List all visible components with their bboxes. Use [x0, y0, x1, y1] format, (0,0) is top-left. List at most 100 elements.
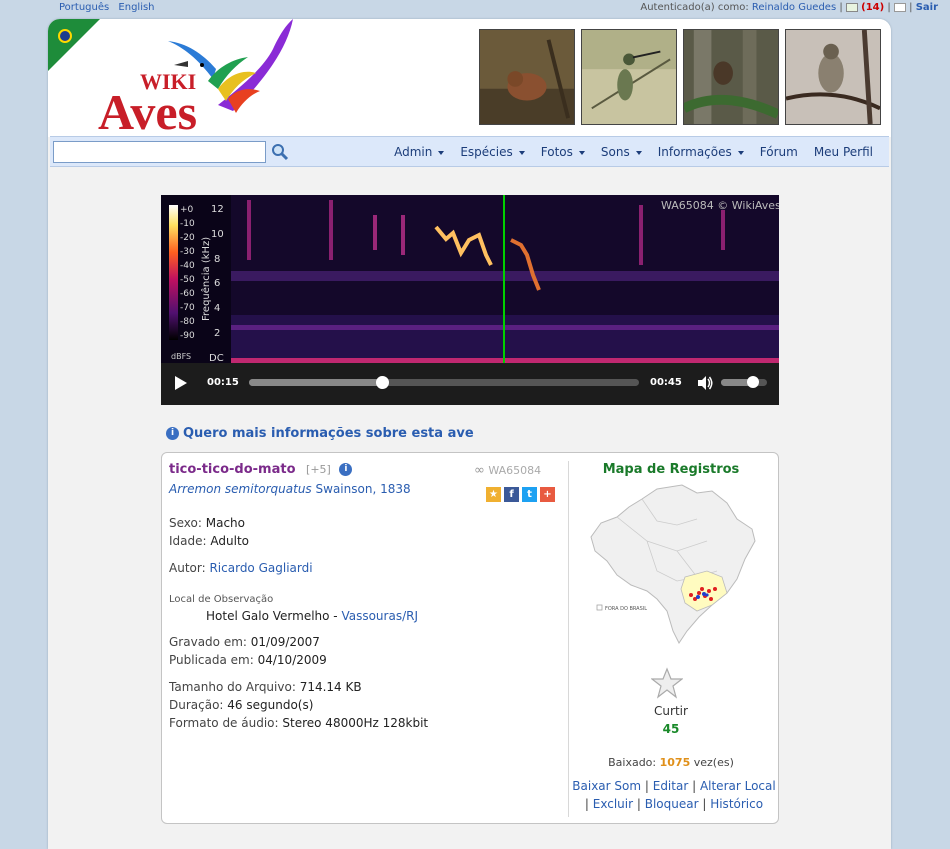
card-divider	[568, 461, 569, 817]
volume-slider[interactable]	[721, 376, 767, 388]
edit-link[interactable]: Editar	[653, 779, 689, 793]
chevron-down-icon	[635, 150, 642, 155]
play-icon[interactable]	[175, 376, 187, 390]
lang-portugues[interactable]: Português	[59, 2, 109, 13]
freq-tick: 4	[214, 303, 220, 314]
download-count-row: Baixado: 1075 vez(es)	[608, 756, 734, 769]
nav-meu-perfil[interactable]: Meu Perfil	[814, 145, 873, 159]
db-unit: dBFS	[171, 352, 191, 361]
extra-names-count[interactable]: [+5]	[306, 463, 331, 476]
message-count[interactable]: (14)	[861, 2, 884, 13]
db-tick: -30	[180, 247, 195, 257]
twitter-icon[interactable]: t	[522, 487, 537, 502]
record-code: ∞ WA65084	[474, 463, 542, 478]
author-row: Autor: Ricardo Gagliardi	[169, 561, 313, 575]
bird-photo-4[interactable]	[785, 29, 881, 125]
mail-icon[interactable]	[893, 2, 906, 12]
location-label: Local de Observação	[169, 594, 274, 605]
nav-menu: Admin Espécies Fotos Sons Informações Fó…	[378, 145, 873, 159]
published-row: Publicada em: 04/10/2009	[169, 653, 327, 667]
location-city-link[interactable]: Vassouras/RJ	[341, 609, 418, 623]
change-location-link[interactable]: Alterar Local	[700, 779, 776, 793]
info-icon: i	[166, 427, 179, 440]
total-time: 00:45	[650, 377, 682, 388]
species-common-name[interactable]: tico-tico-do-mato	[169, 462, 296, 477]
share-plus-icon[interactable]: +	[540, 487, 555, 502]
nav-especies[interactable]: Espécies	[460, 145, 525, 159]
record-card: tico-tico-do-mato [+5] i Arremon semitor…	[161, 452, 779, 824]
db-tick: -20	[180, 233, 195, 243]
freq-tick: DC	[209, 353, 224, 363]
db-tick: -90	[180, 331, 195, 341]
more-info-link[interactable]: i Quero mais informações sobre esta ave	[166, 426, 474, 441]
like-label[interactable]: Curtir	[582, 704, 760, 718]
nav-informacoes[interactable]: Informações	[658, 145, 744, 159]
bird-photo-3[interactable]	[683, 29, 779, 125]
language-switcher: Português English	[59, 2, 161, 13]
file-size-row: Tamanho do Arquivo: 714.14 KB	[169, 680, 362, 694]
db-tick: -50	[180, 275, 195, 285]
author-link[interactable]: Ricardo Gagliardi	[209, 561, 312, 575]
nav-forum[interactable]: Fórum	[760, 145, 798, 159]
sex-value: Macho	[205, 516, 245, 530]
audio-format-row: Formato de áudio: Stereo 48000Hz 128kbit	[169, 716, 429, 730]
recording-code-caption: WA65084 © WikiAves	[661, 199, 779, 212]
wikiaves-logo[interactable]: WIKI Aves	[68, 19, 308, 137]
bird-photo-1[interactable]	[479, 29, 575, 125]
auth-info: Autenticado(a) como: Reinaldo Guedes | (…	[640, 2, 938, 13]
map-outside-label: FORA DO BRASIL	[605, 606, 647, 612]
db-tick: -70	[180, 303, 195, 313]
species-common-name-row: tico-tico-do-mato [+5] i	[169, 462, 356, 477]
facebook-icon[interactable]: f	[504, 487, 519, 502]
volume-icon[interactable]	[697, 375, 713, 391]
progress-fill	[249, 379, 382, 386]
user-link[interactable]: Reinaldo Guedes	[752, 2, 836, 13]
freq-tick: 10	[211, 229, 224, 240]
download-count: 1075	[659, 756, 691, 769]
audio-player: WA65084 © WikiAves +0 -10 -20 -30 -40 -5…	[161, 195, 779, 405]
logout-link[interactable]: Sair	[916, 2, 938, 13]
header-photos	[479, 29, 881, 125]
chevron-down-icon	[737, 150, 744, 155]
db-tick: -60	[180, 289, 195, 299]
history-link[interactable]: Histórico	[710, 797, 763, 811]
nav-admin[interactable]: Admin	[394, 145, 445, 159]
records-map[interactable]: FORA DO BRASIL	[587, 481, 759, 645]
db-tick: -10	[180, 219, 195, 229]
scientific-name[interactable]: Arremon semitorquatus	[169, 482, 312, 496]
favorite-star-icon[interactable]: ★	[486, 487, 501, 502]
location-row: Hotel Galo Vermelho - Vassouras/RJ	[206, 609, 418, 623]
published-date: 04/10/2009	[257, 653, 327, 667]
block-link[interactable]: Bloquear	[645, 797, 699, 811]
author-year: Swainson, 1838	[315, 482, 411, 496]
chevron-down-icon	[578, 150, 585, 155]
map-title: Mapa de Registros	[602, 462, 740, 477]
like-star-icon[interactable]	[651, 667, 683, 699]
delete-link[interactable]: Excluir	[593, 797, 633, 811]
search-icon[interactable]	[271, 143, 289, 161]
record-actions: Baixar Som | Editar | Alterar Local | Ex…	[572, 779, 776, 811]
sex-row: Sexo: Macho	[169, 516, 245, 530]
messages-icon[interactable]	[845, 2, 858, 12]
logo-aves: Aves	[98, 84, 197, 137]
progress-slider[interactable]	[249, 376, 639, 389]
duration-row: Duração: 46 segundo(s)	[169, 698, 314, 712]
species-info-icon[interactable]: i	[339, 463, 353, 476]
freq-tick: 8	[214, 254, 220, 265]
current-time: 00:15	[207, 377, 239, 388]
nav-sons[interactable]: Sons	[601, 145, 642, 159]
recorded-row: Gravado em: 01/09/2007	[169, 635, 320, 649]
download-sound-link[interactable]: Baixar Som	[572, 779, 641, 793]
freq-axis-label: Frequência (kHz)	[200, 237, 212, 321]
volume-handle[interactable]	[747, 376, 760, 388]
duration: 46 segundo(s)	[227, 698, 314, 712]
freq-tick: 6	[214, 278, 220, 289]
bird-photo-2[interactable]	[581, 29, 677, 125]
nav-fotos[interactable]: Fotos	[541, 145, 585, 159]
like-count: 45	[662, 722, 680, 736]
progress-handle[interactable]	[375, 376, 389, 389]
freq-tick: 12	[211, 204, 224, 215]
lang-english[interactable]: English	[118, 2, 154, 13]
search-input[interactable]	[53, 141, 266, 163]
spectrogram[interactable]: WA65084 © WikiAves +0 -10 -20 -30 -40 -5…	[161, 195, 779, 363]
